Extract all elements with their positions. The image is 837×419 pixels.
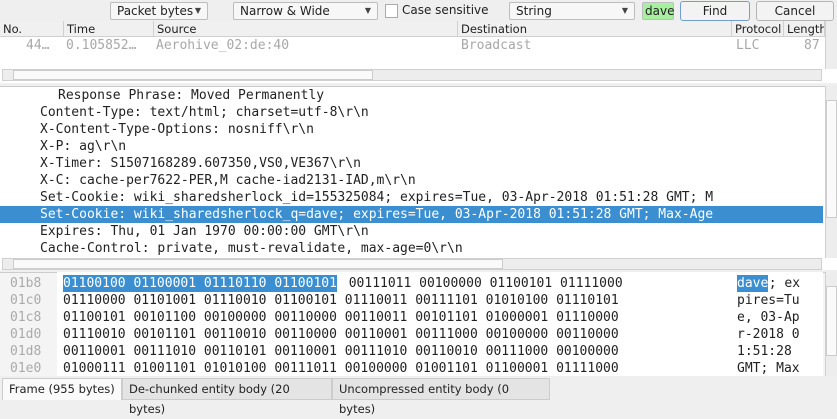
col-length[interactable]: Length (784, 21, 825, 37)
cell-destination: Broadcast (461, 38, 532, 53)
byte-offset: 01c0 (10, 293, 42, 308)
detail-line[interactable]: X-Timer: S1507168289.607350,VS0,VE367\r\… (0, 155, 823, 172)
byte-ascii[interactable]: e, 03-Ap (737, 309, 800, 326)
byte-ascii[interactable]: pires=Tu (737, 292, 800, 309)
byte-bits[interactable]: 00110001 00111010 00110101 00110001 0011… (63, 343, 619, 360)
detail-line[interactable]: X-Content-Type-Options: nosniff\r\n (0, 121, 823, 138)
search-input[interactable]: dave (642, 2, 674, 20)
col-no[interactable]: No. (0, 21, 64, 37)
chevron-down-icon: ▼ (621, 6, 628, 15)
col-source[interactable]: Source (154, 21, 458, 37)
search-in-select[interactable]: Packet bytes ▼ (110, 2, 208, 20)
detail-line[interactable]: Set-Cookie: wiki_sharedsherlock_id=15532… (0, 189, 823, 206)
search-in-value: Packet bytes (117, 4, 194, 18)
chevron-down-icon: ▼ (194, 6, 201, 15)
byte-bits[interactable]: 01000111 01001101 01010100 00111011 0010… (63, 360, 619, 377)
col-destination[interactable]: Destination (458, 21, 732, 37)
packet-list-hscrollbar[interactable] (2, 69, 822, 81)
cell-length: 87 (804, 38, 820, 53)
detail-line[interactable]: Cache-Control: private, must-revalidate,… (0, 240, 823, 257)
char-width-select[interactable]: Narrow & Wide ▼ (233, 2, 378, 20)
byte-bits[interactable]: 00111011 00100000 01100101 01111000 (341, 275, 623, 292)
col-protocol[interactable]: Protocol (732, 21, 784, 37)
detail-line[interactable]: X-C: cache-per7622-PER,M cache-iad2131-I… (0, 172, 823, 189)
search-type-value: String (516, 4, 552, 18)
cell-no: 44… (26, 38, 50, 53)
case-sensitive-label: Case sensitive (402, 3, 489, 17)
byte-offset: 01d8 (10, 344, 42, 359)
byte-ascii[interactable]: ; ex (769, 275, 800, 292)
byte-offset: 01e0 (10, 361, 42, 376)
find-button[interactable]: Find (680, 1, 750, 21)
byte-bits-highlight[interactable]: 01100100 01100001 01110110 01100101 (63, 275, 337, 292)
byte-ascii[interactable]: 1:51:28 (737, 343, 800, 360)
byte-ascii[interactable]: GMT; Max (737, 360, 800, 377)
tab-uncompressed[interactable]: Uncompressed entity body (0 bytes) (332, 378, 550, 416)
byte-bits[interactable]: 01100101 00101100 00100000 00110000 0011… (63, 309, 619, 326)
byte-offset: 01b8 (10, 276, 42, 291)
tab-dechunked[interactable]: De-chunked entity body (20 bytes) (122, 378, 332, 416)
byte-offset: 01d0 (10, 327, 42, 342)
bytes-vscrollbar[interactable] (825, 272, 837, 376)
byte-bits[interactable]: 01110010 00101101 00110010 00110000 0011… (63, 326, 619, 343)
details-hscrollbar[interactable] (2, 258, 822, 270)
col-time[interactable]: Time (64, 21, 154, 37)
detail-line[interactable]: Content-Type: text/html; charset=utf-8\r… (0, 104, 823, 121)
tab-frame[interactable]: Frame (955 bytes) (2, 378, 122, 400)
byte-bits[interactable]: 01110000 01101001 01110010 01100101 0111… (63, 292, 619, 309)
detail-line[interactable]: X-P: ag\r\n (0, 138, 823, 155)
detail-line[interactable]: Response Phrase: Moved Permanently (0, 87, 823, 104)
cell-source: Aerohive_02:de:40 (156, 38, 290, 53)
cell-time: 0.105852… (66, 38, 137, 53)
char-width-value: Narrow & Wide (240, 4, 330, 18)
cancel-button[interactable]: Cancel (756, 1, 834, 21)
search-type-select[interactable]: String ▼ (509, 2, 635, 20)
cell-protocol: LLC (736, 38, 760, 53)
detail-line[interactable]: Set-Cookie: wiki_sharedsherlock_q=dave; … (0, 206, 823, 223)
case-sensitive-checkbox[interactable] (385, 4, 398, 18)
byte-ascii[interactable]: r-2018 0 (737, 326, 800, 343)
detail-line[interactable]: Expires: Thu, 01 Jan 1970 00:00:00 GMT\r… (0, 223, 823, 240)
byte-ascii-highlight[interactable]: dave (737, 275, 769, 292)
packet-list-vscrollbar[interactable] (825, 21, 837, 69)
byte-offset: 01c8 (10, 310, 42, 325)
details-vscrollbar[interactable] (825, 86, 837, 258)
chevron-down-icon: ▼ (364, 6, 371, 15)
